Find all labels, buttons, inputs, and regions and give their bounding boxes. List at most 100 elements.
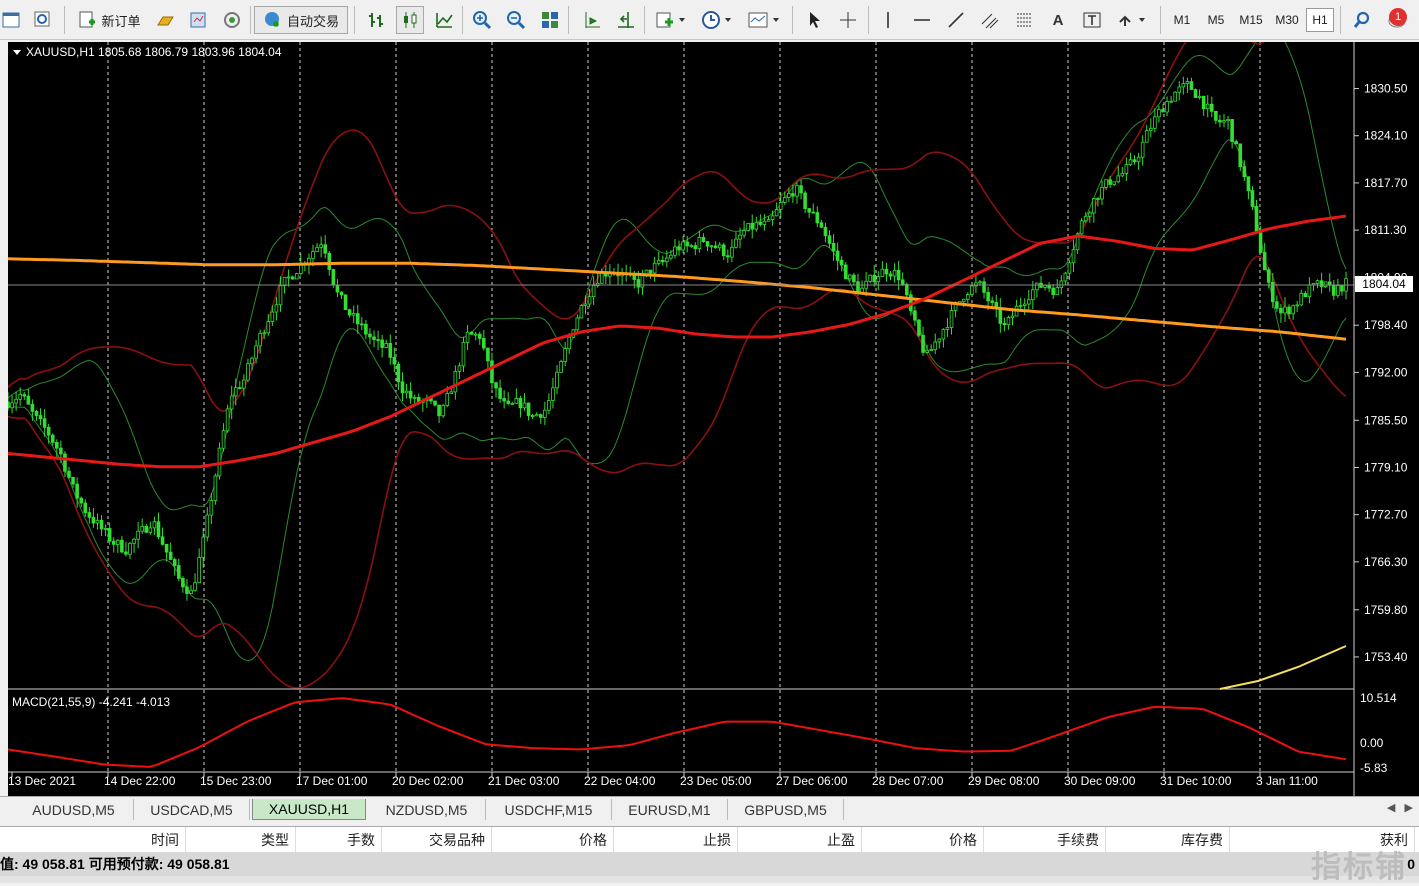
- current-price-label: 1804.04: [1362, 277, 1406, 291]
- tab-nzdusd-m5[interactable]: NZDUSD,M5: [368, 799, 486, 820]
- candle-body: [368, 333, 372, 338]
- candle-body: [1153, 116, 1157, 129]
- timeframe-m15[interactable]: M15: [1234, 8, 1268, 32]
- candle-body: [665, 257, 669, 263]
- column-price[interactable]: 价格: [492, 827, 614, 853]
- arrows-dropdown-icon[interactable]: [1112, 6, 1152, 34]
- candle-body: [787, 193, 791, 198]
- candle-body: [449, 391, 454, 394]
- candle-body: [522, 402, 527, 409]
- column-commission[interactable]: 手续费: [984, 827, 1106, 853]
- column-type[interactable]: 类型: [186, 827, 296, 853]
- column-time[interactable]: 时间: [0, 827, 186, 853]
- text-label-icon[interactable]: [1078, 6, 1106, 34]
- column-take-profit[interactable]: 止盈: [738, 827, 862, 853]
- candle-body: [79, 497, 84, 504]
- candle-body: [388, 343, 393, 358]
- candle-body: [1222, 120, 1226, 123]
- candle-body: [1087, 212, 1092, 217]
- line-chart-icon[interactable]: [430, 6, 458, 34]
- channel-icon[interactable]: [976, 6, 1004, 34]
- fibonacci-icon[interactable]: [1010, 6, 1038, 34]
- periods-dropdown-icon[interactable]: [696, 6, 736, 34]
- signal-icon[interactable]: [218, 6, 246, 34]
- candle-body: [530, 415, 535, 417]
- candle-body: [55, 442, 59, 449]
- templates-dropdown-icon[interactable]: [742, 6, 784, 34]
- candle-body: [1287, 306, 1291, 315]
- timeframe-h1[interactable]: H1: [1306, 8, 1334, 32]
- tab-usdcad-m5[interactable]: USDCAD,M5: [134, 799, 250, 820]
- candle-body: [355, 313, 360, 325]
- candle-body: [34, 410, 39, 416]
- bottom-strip: [0, 876, 1419, 883]
- candle-body: [518, 397, 523, 409]
- candle-body: [579, 305, 584, 319]
- candle-body: [1336, 285, 1340, 296]
- column-symbol[interactable]: 交易品种: [382, 827, 492, 853]
- candle-body: [766, 219, 771, 222]
- candlestick-chart-icon[interactable]: [396, 6, 424, 34]
- candle-body: [400, 381, 405, 394]
- column-swap[interactable]: 库存费: [1106, 827, 1230, 853]
- price-chart[interactable]: 10.514 0.00 -5.83 1830.50 1824.10 1817.70 181…: [8, 42, 1419, 796]
- candle-body: [392, 356, 397, 365]
- candle-body: [1218, 119, 1222, 123]
- chart-shift-icon[interactable]: [578, 6, 606, 34]
- tab-usdchf-m15[interactable]: USDCHF,M15: [486, 799, 612, 820]
- auto-trading-button[interactable]: 自动交易: [254, 6, 348, 34]
- market-watch-icon[interactable]: [184, 6, 212, 34]
- candle-body: [823, 226, 828, 237]
- tab-gbpusd-m5[interactable]: GBPUSD,M5: [728, 799, 844, 820]
- candle-body: [1096, 198, 1100, 200]
- candle-body: [1303, 292, 1308, 298]
- time-tick-label: 30 Dec 09:00: [1064, 774, 1136, 788]
- cursor-icon[interactable]: [800, 6, 828, 34]
- zoom-in-icon[interactable]: [468, 6, 496, 34]
- tab-scroll-arrows-icon[interactable]: ◀ ▶: [1387, 801, 1413, 814]
- search-icon[interactable]: [1348, 6, 1376, 34]
- column-stop-loss[interactable]: 止损: [614, 827, 738, 853]
- candle-body: [1197, 95, 1202, 98]
- timeframe-m5[interactable]: M5: [1200, 8, 1232, 32]
- candle-body: [132, 538, 136, 544]
- tab-eurusd-m1[interactable]: EURUSD,M1: [612, 799, 728, 820]
- crosshair-icon[interactable]: [834, 6, 862, 34]
- gold-bars-icon[interactable]: [152, 6, 180, 34]
- candle-body: [486, 347, 490, 362]
- column-current-price[interactable]: 价格: [862, 827, 984, 853]
- tile-windows-icon[interactable]: [536, 6, 564, 34]
- candle-body: [360, 323, 364, 326]
- zoom-out-icon[interactable]: [502, 6, 530, 34]
- new-order-button[interactable]: 新订单: [70, 6, 148, 34]
- candle-body: [221, 430, 226, 449]
- trendline-icon[interactable]: [942, 6, 970, 34]
- candle-body: [815, 212, 820, 224]
- window-icon[interactable]: [0, 6, 22, 34]
- zoom-window-icon[interactable]: [28, 6, 58, 34]
- candle-body: [1132, 159, 1137, 163]
- indicators-dropdown-icon[interactable]: [650, 6, 690, 34]
- time-tick-label: 13 Dec 2021: [8, 774, 76, 788]
- macd-tick-label: 0.00: [1360, 736, 1384, 750]
- tab-audusd-m5[interactable]: AUDUSD,M5: [14, 799, 134, 820]
- column-lots[interactable]: 手数: [296, 827, 382, 853]
- bollinger-lower-green: [8, 139, 1347, 662]
- candle-body: [59, 447, 63, 455]
- candle-body: [412, 397, 417, 399]
- auto-scroll-icon[interactable]: [612, 6, 640, 34]
- macd-label: MACD(21,55,9) -4.241 -4.013: [12, 695, 170, 709]
- text-icon[interactable]: A: [1044, 6, 1072, 34]
- candle-body: [461, 341, 466, 367]
- timeframe-m30[interactable]: M30: [1270, 8, 1304, 32]
- candle-body: [335, 284, 340, 293]
- vertical-line-icon[interactable]: [874, 6, 902, 34]
- timeframe-m1[interactable]: M1: [1166, 8, 1198, 32]
- candle-body: [1319, 280, 1324, 287]
- candle-body: [1055, 287, 1060, 296]
- tab-xauusd-h1[interactable]: XAUUSD,H1: [252, 799, 366, 820]
- candle-body: [965, 294, 970, 300]
- bar-chart-icon[interactable]: [362, 6, 390, 34]
- candle-body: [669, 254, 673, 259]
- horizontal-line-icon[interactable]: [908, 6, 936, 34]
